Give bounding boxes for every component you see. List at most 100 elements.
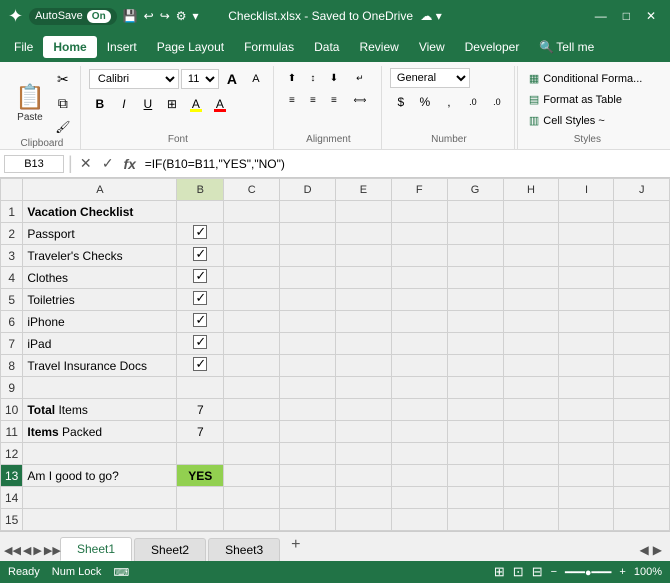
cell-b11[interactable]: 7: [177, 421, 224, 443]
cell-e14[interactable]: [336, 487, 392, 509]
cell-e13[interactable]: [336, 465, 392, 487]
cell-i8[interactable]: [559, 355, 614, 377]
cell-j10[interactable]: [614, 399, 670, 421]
cell-e11[interactable]: [336, 421, 392, 443]
sheet-tab-1[interactable]: Sheet1: [60, 537, 132, 561]
cell-a13[interactable]: Am I good to go?: [23, 465, 177, 487]
cell-c10[interactable]: [224, 399, 280, 421]
cell-c6[interactable]: [224, 311, 280, 333]
cell-h14[interactable]: [503, 487, 559, 509]
cell-f1[interactable]: [391, 201, 447, 223]
cut-button[interactable]: ✂: [52, 68, 74, 90]
cell-a15[interactable]: [23, 509, 177, 531]
cell-c2[interactable]: [224, 223, 280, 245]
cell-c3[interactable]: [224, 245, 280, 267]
autosave-badge[interactable]: AutoSave On: [29, 8, 117, 25]
cell-j8[interactable]: [614, 355, 670, 377]
cell-h12[interactable]: [503, 443, 559, 465]
menu-page-layout[interactable]: Page Layout: [147, 36, 234, 58]
cell-h2[interactable]: [503, 223, 559, 245]
cell-c1[interactable]: [224, 201, 280, 223]
cell-f3[interactable]: [391, 245, 447, 267]
cell-d4[interactable]: [280, 267, 336, 289]
number-format-select[interactable]: General: [390, 68, 470, 88]
checkbox-b8[interactable]: [193, 357, 207, 371]
cell-c13[interactable]: [224, 465, 280, 487]
cell-g4[interactable]: [447, 267, 503, 289]
row-header-3[interactable]: 3: [1, 245, 23, 267]
undo-icon[interactable]: ↩: [144, 9, 154, 23]
add-sheet-button[interactable]: +: [282, 531, 309, 559]
cell-i2[interactable]: [559, 223, 614, 245]
cell-f7[interactable]: [391, 333, 447, 355]
font-size-select[interactable]: 11: [181, 69, 219, 89]
cell-g15[interactable]: [447, 509, 503, 531]
redo-icon[interactable]: ↪: [160, 9, 170, 23]
cell-i6[interactable]: [559, 311, 614, 333]
formula-input[interactable]: [143, 155, 666, 173]
cell-i12[interactable]: [559, 443, 614, 465]
cell-e15[interactable]: [336, 509, 392, 531]
cell-f2[interactable]: [391, 223, 447, 245]
cell-j7[interactable]: [614, 333, 670, 355]
cell-e8[interactable]: [336, 355, 392, 377]
checkbox-b5[interactable]: [193, 291, 207, 305]
cell-c11[interactable]: [224, 421, 280, 443]
col-header-j[interactable]: J: [614, 179, 670, 201]
cell-d5[interactable]: [280, 289, 336, 311]
cell-h4[interactable]: [503, 267, 559, 289]
cell-h6[interactable]: [503, 311, 559, 333]
cell-c15[interactable]: [224, 509, 280, 531]
row-header-2[interactable]: 2: [1, 223, 23, 245]
cell-c8[interactable]: [224, 355, 280, 377]
cell-g8[interactable]: [447, 355, 503, 377]
cell-a5[interactable]: Toiletries: [23, 289, 177, 311]
cell-d13[interactable]: [280, 465, 336, 487]
font-color-button[interactable]: A: [209, 93, 231, 115]
col-header-i[interactable]: I: [559, 179, 614, 201]
format-painter-button[interactable]: 🖌: [52, 116, 74, 138]
row-header-1[interactable]: 1: [1, 201, 23, 223]
cell-j2[interactable]: [614, 223, 670, 245]
conditional-formatting-button[interactable]: ▦ Conditional Forma...: [522, 68, 653, 89]
cell-d6[interactable]: [280, 311, 336, 333]
cell-g10[interactable]: [447, 399, 503, 421]
cell-d2[interactable]: [280, 223, 336, 245]
cell-a2[interactable]: Passport: [23, 223, 177, 245]
cell-b6[interactable]: [177, 311, 224, 333]
checkbox-b6[interactable]: [193, 313, 207, 327]
cell-h5[interactable]: [503, 289, 559, 311]
menu-developer[interactable]: Developer: [455, 36, 530, 58]
cell-d3[interactable]: [280, 245, 336, 267]
paste-button[interactable]: 📋 Paste: [10, 73, 50, 133]
zoom-in-button[interactable]: +: [619, 566, 625, 578]
cell-a8[interactable]: Travel Insurance Docs: [23, 355, 177, 377]
underline-button[interactable]: U: [137, 93, 159, 115]
cell-styles-button[interactable]: ▥ Cell Styles ~: [522, 110, 653, 131]
scroll-left-icon[interactable]: ◀: [640, 543, 649, 557]
cell-e9[interactable]: [336, 377, 392, 399]
cell-g11[interactable]: [447, 421, 503, 443]
cell-j9[interactable]: [614, 377, 670, 399]
cell-a9[interactable]: [23, 377, 177, 399]
cell-e4[interactable]: [336, 267, 392, 289]
align-left-button[interactable]: ≡: [282, 90, 302, 110]
cell-b12[interactable]: [177, 443, 224, 465]
cell-c7[interactable]: [224, 333, 280, 355]
scroll-right-icon[interactable]: ▶: [653, 543, 662, 557]
cell-f8[interactable]: [391, 355, 447, 377]
col-header-a[interactable]: A: [23, 179, 177, 201]
cell-d8[interactable]: [280, 355, 336, 377]
wrap-text-button[interactable]: ↵: [345, 68, 375, 88]
cell-i5[interactable]: [559, 289, 614, 311]
cell-g14[interactable]: [447, 487, 503, 509]
cell-d12[interactable]: [280, 443, 336, 465]
cell-b13[interactable]: YES: [177, 465, 224, 487]
cell-i11[interactable]: [559, 421, 614, 443]
cell-a12[interactable]: [23, 443, 177, 465]
cell-j4[interactable]: [614, 267, 670, 289]
row-header-6[interactable]: 6: [1, 311, 23, 333]
currency-button[interactable]: $: [390, 91, 412, 113]
cell-b4[interactable]: [177, 267, 224, 289]
view-layout-icon[interactable]: ⊡: [513, 564, 524, 580]
